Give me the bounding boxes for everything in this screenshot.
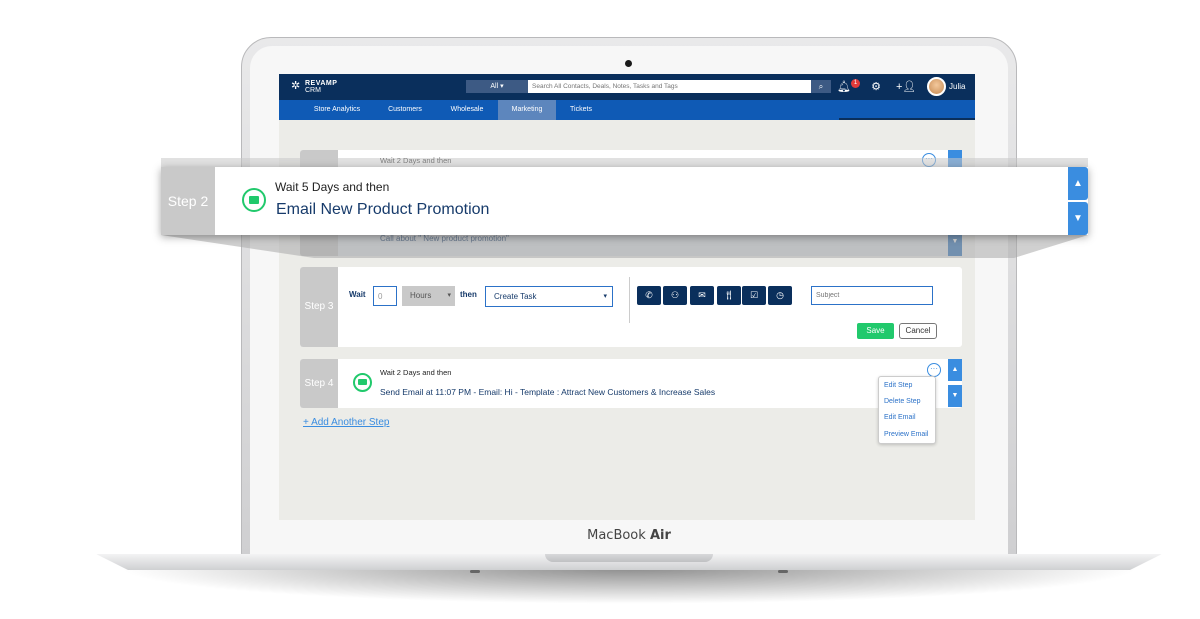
menu-item-preview-email[interactable]: Preview Email (884, 431, 928, 438)
step-call-action: Call about " New product promotion" (380, 234, 509, 243)
move-down-icon[interactable]: ▼ (948, 385, 962, 407)
callout-wait: Wait 5 Days and then (275, 180, 390, 194)
nav-item-wholesale[interactable]: Wholesale (441, 100, 493, 120)
subject-input[interactable] (811, 286, 933, 305)
clock-icon[interactable]: ◷ (768, 286, 792, 305)
username[interactable]: Julia (949, 82, 965, 91)
step4-action: Send Email at 11:07 PM - Email: Hi - Tem… (380, 387, 716, 397)
wait-amount-input[interactable] (373, 286, 397, 306)
search-button[interactable]: ⌕ (811, 80, 831, 93)
brand-model: Air (649, 528, 671, 543)
cancel-button[interactable]: Cancel (899, 323, 937, 339)
menu-item-delete-step[interactable]: Delete Step (884, 398, 921, 405)
step4-order-arrows: ▲ ▼ (948, 359, 962, 408)
product-shot: MacBook Air ✲ REVAMP CRM All ▾ ⌕ 🔔︎ 1 ⚙ … (0, 0, 1200, 619)
save-button[interactable]: Save (857, 323, 894, 339)
more-icon[interactable]: ··· (922, 153, 936, 167)
wait-unit-select[interactable]: Hours (402, 286, 455, 306)
step3-label: Step 3 (300, 267, 338, 347)
meal-icon[interactable]: 🍴︎ (717, 286, 741, 305)
move-up-icon[interactable]: ▲ (948, 359, 962, 381)
nav-item-customers[interactable]: Customers (379, 100, 431, 120)
menu-item-edit-email[interactable]: Edit Email (884, 414, 916, 421)
nav-item-store-analytics[interactable]: Store Analytics (305, 100, 369, 120)
step-card-4: Step 4 Wait 2 Days and then Send Email a… (300, 359, 962, 408)
logo-icon: ✲ (291, 80, 301, 92)
email-icon (242, 188, 266, 212)
gear-icon[interactable]: ⚙ (868, 79, 884, 95)
search-category-label: All (490, 83, 499, 90)
search-category-dropdown[interactable]: All ▾ (466, 80, 528, 93)
step-context-menu: Edit Step Delete Step Edit Email Preview… (878, 376, 936, 444)
search-input[interactable] (528, 80, 811, 93)
app-logo[interactable]: ✲ REVAMP CRM (291, 78, 351, 96)
wait-label: Wait (349, 290, 366, 299)
email-icon[interactable]: ✉ (690, 286, 714, 305)
move-up-icon[interactable]: ▲ (1068, 167, 1088, 200)
top-bar: ✲ REVAMP CRM All ▾ ⌕ 🔔︎ 1 ⚙ +👤︎ Julia (279, 74, 975, 100)
callout-step-label: Step 2 (161, 167, 215, 235)
bell-icon[interactable]: 🔔︎ (836, 79, 852, 95)
brand-name: MacBook (587, 528, 646, 543)
laptop-notch (545, 554, 713, 562)
camera-icon (625, 60, 632, 67)
notification-badge: 1 (851, 79, 860, 88)
action-select[interactable]: Create Task (485, 286, 613, 307)
device-brand: MacBook Air (579, 528, 679, 543)
avatar[interactable] (927, 77, 946, 96)
add-step-link[interactable]: + Add Another Step (303, 417, 389, 428)
more-icon[interactable]: ··· (927, 363, 941, 377)
main-nav: Store Analytics Customers Wholesale Mark… (279, 100, 975, 120)
search-icon: ⌕ (818, 82, 824, 91)
meeting-icon[interactable]: ⚇ (663, 286, 687, 305)
step4-label: Step 4 (300, 359, 338, 408)
menu-item-edit-step[interactable]: Edit Step (884, 382, 912, 389)
nav-item-tickets[interactable]: Tickets (561, 100, 601, 120)
zoom-callout: Step 2 Wait 5 Days and then Email New Pr… (161, 167, 1088, 235)
chevron-down-icon: ▾ (500, 83, 504, 90)
phone-icon[interactable]: ✆ (637, 286, 661, 305)
laptop-shadow (116, 568, 1142, 604)
todo-icon[interactable]: ☑ (742, 286, 766, 305)
laptop-foot (470, 570, 480, 573)
callout-title: Email New Product Promotion (276, 201, 490, 218)
app-screen: ✲ REVAMP CRM All ▾ ⌕ 🔔︎ 1 ⚙ +👤︎ Julia St… (279, 74, 975, 520)
email-icon (353, 373, 372, 392)
nav-underline (839, 118, 975, 120)
move-down-icon: ▼ (951, 238, 959, 245)
move-down-icon[interactable]: ▼ (1068, 202, 1088, 235)
logo-line2: CRM (305, 87, 321, 94)
step4-wait: Wait 2 Days and then (380, 368, 452, 377)
add-user-icon[interactable]: +👤︎ (896, 79, 916, 95)
then-label: then (460, 290, 477, 299)
nav-item-marketing[interactable]: Marketing (498, 100, 556, 120)
step1-wait: Wait 2 Days and then (380, 156, 452, 165)
laptop-foot (778, 570, 788, 573)
divider (629, 277, 630, 323)
